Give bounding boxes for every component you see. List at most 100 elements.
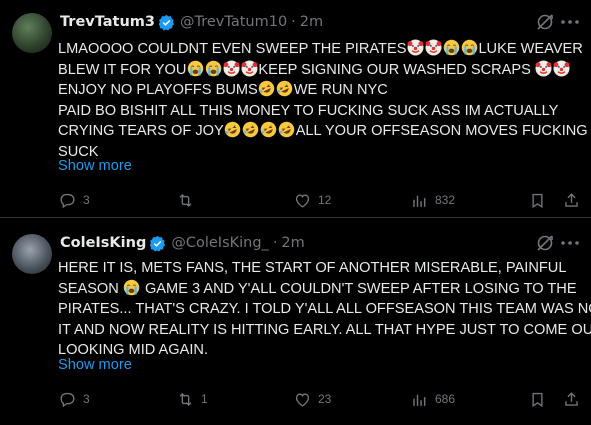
text-line: IT AND NOW REALITY IS HITTING EARLY. ALL… (58, 320, 591, 341)
clown-face-emoji (240, 59, 258, 77)
post-1[interactable]: TrevTatum3 @TrevTatum10 · 2m LMAOOOO COU… (0, 0, 591, 217)
repost-button[interactable]: 1 (176, 387, 208, 411)
text-segment: SEASON (58, 280, 119, 297)
text-segment: PIRATES... THAT'S CRAZY. I TOLD Y'ALL AL… (58, 301, 591, 317)
more-icon[interactable] (559, 14, 581, 30)
text-segment: BLEW IT FOR YOU (58, 61, 187, 78)
text-line: BLEW IT FOR YOU KEEP SIGNING OUR WASHED S… (58, 59, 582, 81)
repost-button[interactable] (176, 188, 201, 212)
text-segment: IT AND NOW REALITY IS HITTING EARLY. ALL… (58, 321, 591, 338)
loudly-crying-face-emoji (205, 59, 222, 77)
text-segment: CRYING TEARS OF JOY (58, 123, 224, 139)
reply-button[interactable]: 3 (58, 188, 90, 212)
separator-dot: · (272, 235, 278, 251)
share-icon (565, 391, 578, 406)
clown-face-emoji (406, 39, 424, 56)
text-segment: ALL YOUR OFFSEASON MOVES FUCKING (295, 123, 588, 139)
rolling-on-floor-laughing-emoji (276, 80, 294, 97)
loudly-crying-face-emoji (461, 39, 478, 56)
rolling-on-floor-laughing-emoji (258, 80, 276, 97)
verified-badge-icon (158, 14, 175, 31)
rolling-on-floor-laughing-emoji (278, 121, 296, 138)
like-button[interactable]: 23 (293, 387, 331, 411)
post-header: TrevTatum3 @TrevTatum10 · 2m (60, 11, 323, 33)
display-name[interactable]: TrevTatum3 (60, 14, 155, 30)
bookmark-icon (532, 193, 543, 208)
like-icon (295, 194, 310, 208)
text-line: HERE IT IS, METS FANS, THE START OF ANOT… (58, 258, 582, 279)
text-segment: GAME 3 AND Y'ALL COULDN'T SWEEP AFTER LO… (144, 280, 577, 297)
views-icon (413, 394, 426, 406)
clown-face-emoji (222, 59, 240, 77)
loudly-crying-face-emoji (443, 39, 460, 56)
clown-face-emoji (553, 59, 571, 77)
bookmark-button[interactable] (528, 387, 553, 411)
text-segment: ENJOY NO PLAYOFFS BUMS (58, 82, 258, 98)
handle[interactable]: @TrevTatum10 (180, 14, 287, 30)
like-icon (295, 393, 310, 407)
views-icon (413, 195, 426, 207)
post-text: LMAOOOO COULDNT EVEN SWEEP THE PIRATES LU… (58, 39, 588, 163)
rolling-on-floor-laughing-emoji (260, 121, 278, 138)
reply-count: 3 (83, 193, 90, 207)
repost-icon (179, 193, 192, 207)
post-header: ColeIsKing @ColeIsKing_ · 2m (60, 232, 305, 254)
post-text: HERE IT IS, METS FANS, THE START OF ANOT… (58, 258, 591, 361)
views-button[interactable]: 686 (410, 387, 455, 411)
action-bar: 3 12 832 (58, 188, 586, 212)
views-button[interactable]: 832 (410, 188, 455, 212)
text-line: LMAOOOO COULDNT EVEN SWEEP THE PIRATES LU… (58, 39, 583, 60)
text-segment: PAID BO BISHIT ALL THIS MONEY TO FUCKING… (58, 102, 559, 119)
avatar[interactable] (12, 234, 52, 274)
bookmark-icon (532, 392, 543, 407)
timestamp[interactable]: 2m (281, 235, 304, 251)
text-line: SUCK (58, 142, 582, 163)
clown-face-emoji (424, 39, 442, 56)
like-count: 23 (318, 392, 332, 406)
share-button[interactable] (562, 188, 587, 212)
like-count: 12 (318, 193, 332, 207)
bookmark-button[interactable] (528, 188, 553, 212)
show-more-link[interactable]: Show more (58, 158, 132, 174)
reply-icon (60, 193, 75, 208)
text-segment: WE RUN NYC (293, 82, 388, 98)
grok-icon[interactable] (535, 233, 555, 253)
repost-icon (179, 392, 192, 406)
text-line: LOOKING MID AGAIN. (58, 340, 582, 361)
post-2[interactable]: ColeIsKing @ColeIsKing_ · 2m HERE IT IS,… (0, 218, 591, 425)
more-icon[interactable] (559, 235, 581, 251)
share-icon (565, 192, 578, 207)
rolling-on-floor-laughing-emoji (224, 121, 242, 138)
text-segment: HERE IT IS, METS FANS, THE START OF ANOT… (58, 260, 567, 276)
text-line: CRYING TEARS OF JOY ALL YOUR OFFSEASON MO… (58, 121, 588, 142)
grok-icon[interactable] (535, 12, 555, 32)
reply-count: 3 (83, 392, 90, 406)
avatar[interactable] (12, 13, 52, 53)
text-segment: LOOKING MID AGAIN. (58, 342, 209, 358)
rolling-on-floor-laughing-emoji (242, 121, 260, 138)
share-button[interactable] (562, 387, 587, 411)
repost-count: 1 (201, 392, 208, 406)
action-bar: 3 1 23 686 (58, 387, 586, 411)
separator-dot: · (291, 14, 296, 30)
timestamp[interactable]: 2m (300, 14, 323, 30)
text-segment: LMAOOOO COULDNT EVEN SWEEP THE PIRATES (58, 41, 407, 57)
text-line: SEASON GAME 3 AND Y'ALL COULDN'T SWEEP A… (58, 278, 582, 300)
text-line: PIRATES... THAT'S CRAZY. I TOLD Y'ALL AL… (58, 299, 591, 320)
handle[interactable]: @ColeIsKing_ (171, 235, 268, 251)
text-line: PAID BO BISHIT ALL THIS MONEY TO FUCKING… (58, 101, 582, 122)
clown-face-emoji (535, 59, 553, 77)
loudly-crying-face-emoji (123, 278, 141, 296)
text-segment: KEEP SIGNING OUR WASHED SCRAPS (258, 61, 531, 78)
loudly-crying-face-emoji (187, 59, 204, 77)
show-more-link[interactable]: Show more (58, 357, 132, 373)
text-line: ENJOY NO PLAYOFFS BUMS WE RUN NYC (58, 80, 582, 101)
verified-badge-icon (150, 235, 166, 252)
display-name[interactable]: ColeIsKing (60, 235, 146, 251)
reply-icon (60, 392, 75, 407)
like-button[interactable]: 12 (293, 188, 331, 212)
reply-button[interactable]: 3 (58, 387, 90, 411)
views-count: 832 (435, 193, 456, 207)
text-segment: LUKE WEAVER (478, 41, 583, 57)
views-count: 686 (435, 392, 456, 406)
